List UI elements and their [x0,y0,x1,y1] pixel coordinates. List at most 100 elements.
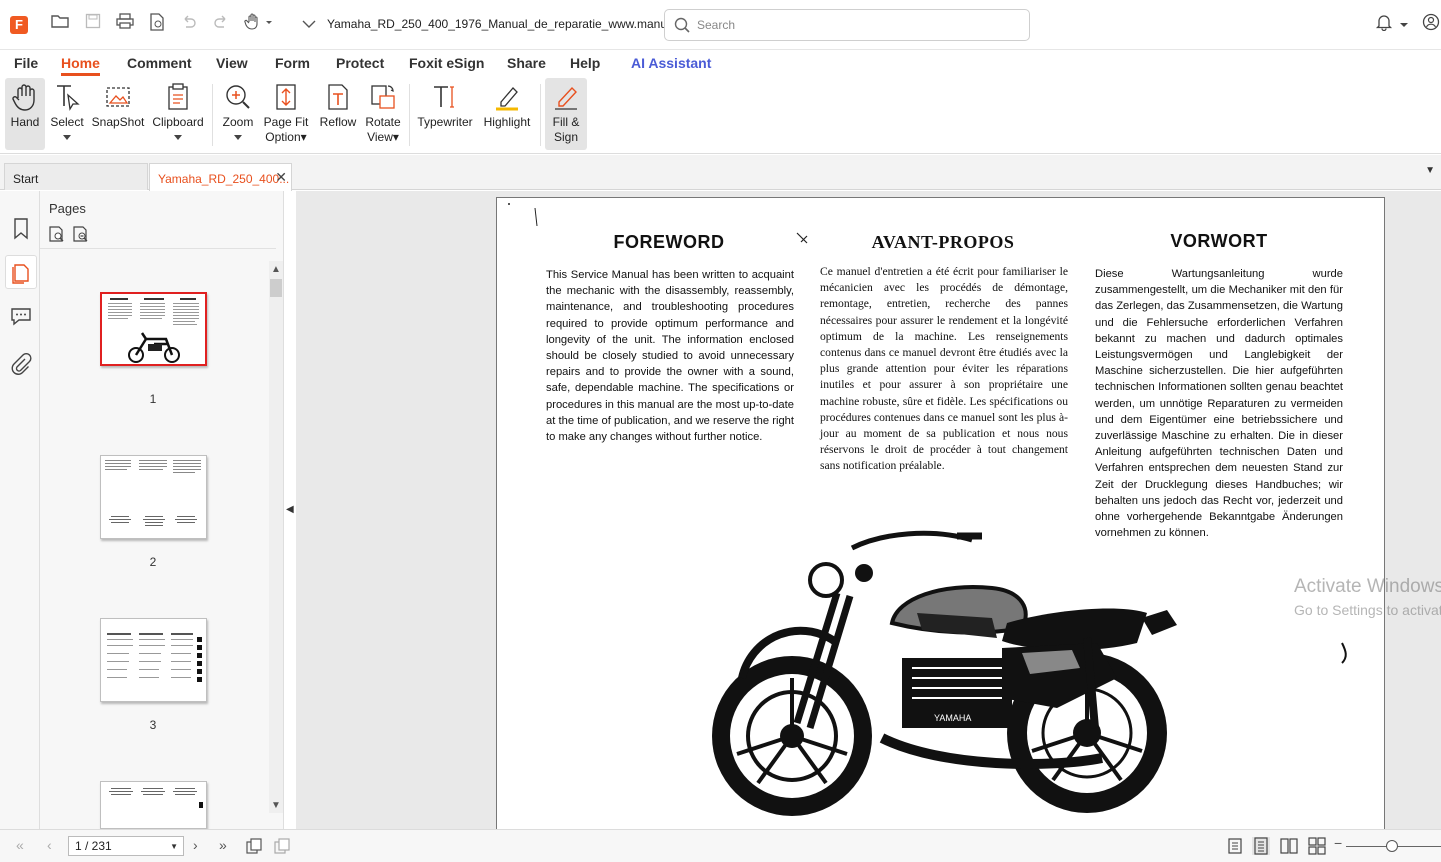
search-icon [674,17,690,33]
panel-divider [40,248,276,249]
fill-sign-label-2: Sign [553,130,579,144]
previous-view-icon[interactable] [245,837,263,855]
page-thumbnail-3[interactable] [100,618,207,702]
tab-start-label: Start [13,172,39,186]
new-document-icon[interactable] [145,13,169,37]
menu-help[interactable]: Help [570,55,600,71]
clipboard-button[interactable]: Clipboard [150,78,206,150]
tank-badge: YAMAHA [934,713,971,723]
page-1-preview [108,298,199,363]
collapse-panel-icon[interactable]: ◀ [286,504,294,515]
notification-bell-icon[interactable] [1372,13,1396,37]
reflow-button[interactable]: Reflow [318,78,358,150]
facing-view-icon[interactable] [1280,837,1298,855]
page-thumbnail-1[interactable] [100,292,207,366]
highlight-button[interactable]: Highlight [479,78,535,150]
pages-icon[interactable] [5,255,37,289]
snapshot-label: SnapShot [91,115,145,129]
page-fit-option-button[interactable]: Page Fit Option▾ [262,78,310,150]
hand-label: Hand [10,115,40,129]
menu-foxit-esign[interactable]: Foxit eSign [409,55,484,71]
open-folder-icon[interactable] [48,13,72,37]
typewriter-button[interactable]: Typewriter [416,78,474,150]
previous-page-icon[interactable]: ‹ [47,837,52,853]
tab-list-dropdown-icon[interactable]: ▼ [1425,165,1435,176]
search-input[interactable] [697,16,1017,34]
close-tab-icon[interactable]: ✕ [275,169,287,186]
zoom-button[interactable]: Zoom [219,78,257,150]
menu-file[interactable]: File [14,55,38,71]
zoom-slider-handle[interactable] [1386,840,1398,852]
first-page-icon[interactable]: « [16,837,24,853]
continuous-view-icon[interactable] [1252,837,1270,855]
thumbnail-zoom-out-icon[interactable] [72,225,90,243]
activate-windows-subtext: Go to Settings to activate Windows. [1294,602,1441,618]
pages-panel-title: Pages [49,201,86,216]
scrollbar-thumb[interactable] [270,279,282,297]
customize-dropdown-icon[interactable] [297,13,321,37]
menu-protect[interactable]: Protect [336,55,384,71]
document-canvas[interactable]: FOREWORD This Service Manual has been wr… [296,191,1441,829]
page-4-preview [109,788,203,808]
menu-ai-assistant[interactable]: AI Assistant [631,55,711,71]
clipboard-label: Clipboard [152,115,204,129]
page-number-input[interactable]: 1 / 231 ▼ [68,836,184,856]
tab-start[interactable]: Start [4,163,148,190]
save-icon[interactable] [81,13,105,37]
tab-document[interactable]: Yamaha_RD_250_400... ✕ [149,163,292,191]
hand-button[interactable]: Hand [5,78,45,150]
zoom-label: Zoom [222,115,254,129]
attachments-icon[interactable] [5,347,37,381]
select-button[interactable]: Select [49,78,85,150]
scroll-down-icon[interactable]: ▼ [271,800,281,811]
clipboard-icon [168,83,188,110]
continuous-facing-view-icon[interactable] [1308,837,1326,855]
zoom-out-icon[interactable]: − [1334,835,1342,851]
pdf-page: FOREWORD This Service Manual has been wr… [496,197,1385,829]
print-icon[interactable] [113,13,137,37]
navigation-rail [0,191,40,829]
snapshot-button[interactable]: SnapShot [91,78,145,150]
highlight-icon [496,87,518,111]
rotate-label-2-text: View [367,130,393,144]
scroll-up-icon[interactable]: ▲ [271,264,281,275]
hand-tool-dropdown-icon[interactable] [242,13,276,37]
rotate-view-button[interactable]: Rotate View▾ [362,78,404,150]
page-fit-label: Page Fit [263,115,309,129]
single-page-view-icon[interactable] [1226,837,1244,855]
comments-icon[interactable] [5,299,37,333]
vorwort-text: Diese Wartungsanleitung wurde zusammenge… [1095,268,1343,540]
rotate-view-icon [371,85,395,109]
document-title: Yamaha_RD_250_400_1976_Manual_de_reparat… [327,17,694,31]
next-page-icon[interactable]: › [193,837,198,853]
next-view-icon[interactable] [273,837,291,855]
avant-propos-title: AVANT-PROPOS [871,232,1015,252]
page-dropdown-icon[interactable]: ▼ [170,842,178,851]
menu-home[interactable]: Home [61,55,100,76]
menu-view[interactable]: View [216,55,248,71]
page-thumbnail-2[interactable] [100,455,207,539]
menu-comment[interactable]: Comment [127,55,192,71]
snapshot-icon [106,87,130,107]
fill-sign-button[interactable]: Fill & Sign [545,78,587,150]
redo-icon[interactable] [209,13,233,37]
page-thumbnail-4[interactable] [100,781,207,829]
undo-icon[interactable] [177,13,201,37]
menu-share[interactable]: Share [507,55,546,71]
foreword-text: This Service Manual has been written to … [546,269,794,444]
reflow-icon [328,84,348,110]
notification-dropdown-icon[interactable] [1396,13,1412,37]
select-dropdown-icon [63,135,71,140]
menu-form[interactable]: Form [275,55,310,71]
thumbnail-scrollbar[interactable]: ▲ ▼ [269,261,283,813]
page-number-1: 1 [149,392,157,406]
highlight-label: Highlight [483,115,531,129]
page-3-preview [107,633,202,682]
last-page-icon[interactable]: » [219,837,227,853]
select-text-icon [57,85,80,111]
thumbnail-zoom-in-icon[interactable] [48,225,66,243]
account-icon[interactable] [1419,13,1441,37]
search-box[interactable] [664,9,1030,41]
bookmarks-icon[interactable] [5,211,37,245]
foxit-logo-icon[interactable]: F [10,16,28,34]
